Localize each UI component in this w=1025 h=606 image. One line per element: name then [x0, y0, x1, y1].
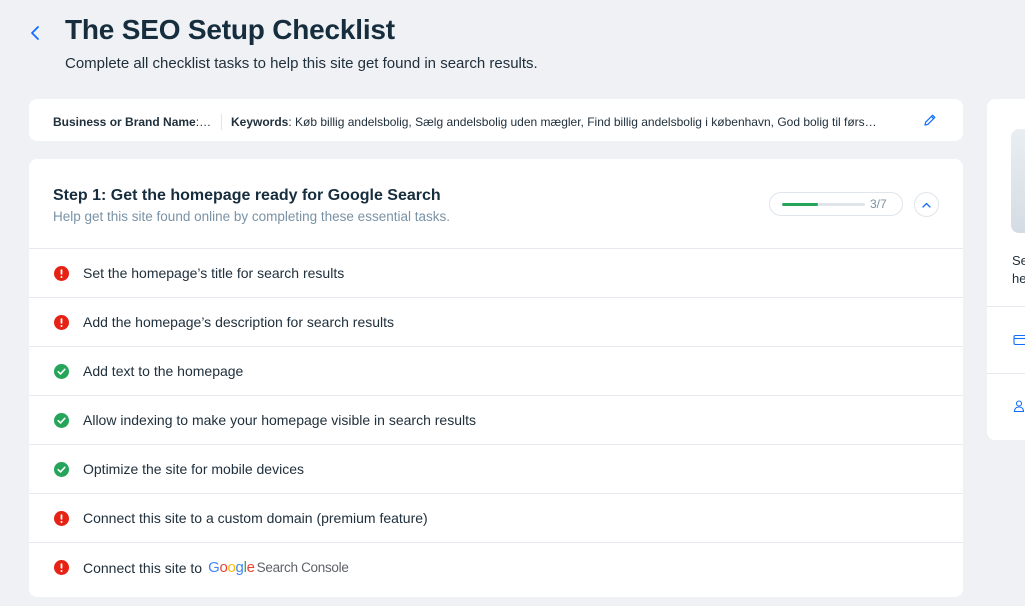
task-text: Optimize the site for mobile devices — [83, 461, 304, 477]
promo-image — [1011, 129, 1025, 233]
error-icon — [54, 315, 69, 330]
side-link-1[interactable] — [1013, 333, 1025, 347]
business-info-card: Business or Brand Name: A… Keywords: Køb… — [29, 99, 963, 141]
task-row[interactable]: Set the homepage’s title for search resu… — [29, 248, 963, 297]
breadcrumb — [0, 0, 200, 4]
business-name-value: : A… — [195, 115, 221, 129]
edit-button[interactable] — [923, 113, 937, 127]
google-search-console-logo: Google Search Console — [208, 559, 349, 576]
business-name-label: Business or Brand Name — [53, 115, 196, 129]
check-circle-icon — [54, 462, 69, 477]
task-row[interactable]: Connect this site to a custom domain (pr… — [29, 493, 963, 542]
progress-indicator: 3/7 — [769, 192, 903, 216]
business-name: Business or Brand Name: A… — [53, 115, 221, 129]
task-text: Connect this site to — [83, 559, 203, 576]
page-title: The SEO Setup Checklist — [65, 14, 395, 45]
progress-count: 3/7 — [870, 197, 887, 211]
task-row[interactable]: Add text to the homepage — [29, 346, 963, 395]
side-panel-card: Se he — [987, 99, 1025, 440]
progress-fill — [782, 203, 818, 206]
task-row[interactable]: Add the homepage’s description for searc… — [29, 297, 963, 346]
check-circle-icon — [54, 364, 69, 379]
google-wordmark: Google — [208, 559, 255, 576]
task-label: Optimize the site for mobile devices — [83, 461, 304, 477]
check-circle-icon — [54, 413, 69, 428]
side-link-2[interactable] — [1013, 399, 1025, 413]
task-label: Set the homepage’s title for search resu… — [83, 265, 344, 281]
divider — [987, 373, 1025, 374]
task-text: Add text to the homepage — [83, 363, 244, 379]
step-title: Step 1: Get the homepage ready for Googl… — [53, 187, 441, 204]
user-icon — [1013, 400, 1025, 413]
keywords-label: Keywords — [231, 115, 289, 129]
divider — [221, 114, 222, 130]
chevron-up-icon — [922, 202, 931, 208]
chevron-left-icon — [31, 26, 39, 40]
page-subtitle: Complete all checklist tasks to help thi… — [65, 55, 538, 72]
task-label: Connect this site to a custom domain (pr… — [83, 510, 428, 526]
divider — [987, 306, 1025, 307]
pencil-icon — [924, 114, 936, 126]
search-console-text: Search Console — [256, 560, 349, 575]
task-list: Set the homepage’s title for search resu… — [29, 248, 963, 591]
error-icon — [54, 560, 69, 575]
keywords-value: : Køb billig andelsbolig, Sælg andelsbol… — [288, 115, 877, 129]
side-text-line-1: Se — [1012, 253, 1025, 268]
task-label: Add text to the homepage — [83, 363, 243, 379]
task-row[interactable]: Optimize the site for mobile devices — [29, 444, 963, 493]
step-1-card: Step 1: Get the homepage ready for Googl… — [29, 159, 963, 597]
browser-icon — [1013, 334, 1025, 346]
task-text: Set the homepage’s title for search resu… — [83, 265, 345, 281]
collapse-button[interactable] — [914, 192, 939, 217]
keywords: Keywords: Køb billig andelsbolig, Sælg a… — [231, 115, 913, 129]
progress-bar — [782, 203, 865, 206]
error-icon — [54, 511, 69, 526]
task-row[interactable]: Connect this site to Google Search Console — [29, 542, 963, 591]
error-icon — [54, 266, 69, 281]
task-label: Add the homepage’s description for searc… — [83, 314, 394, 330]
task-label: Allow indexing to make your homepage vis… — [83, 412, 476, 428]
task-text: Allow indexing to make your homepage vis… — [83, 412, 476, 428]
task-label: Connect this site to Google Search Console — [83, 559, 349, 576]
back-button[interactable] — [24, 22, 46, 44]
task-row[interactable]: Allow indexing to make your homepage vis… — [29, 395, 963, 444]
task-text: Add the homepage’s description for searc… — [83, 314, 395, 330]
step-subtitle: Help get this site found online by compl… — [53, 209, 450, 224]
task-text: Connect this site to a custom domain (pr… — [83, 510, 428, 526]
side-text-line-2: he — [1012, 271, 1025, 286]
